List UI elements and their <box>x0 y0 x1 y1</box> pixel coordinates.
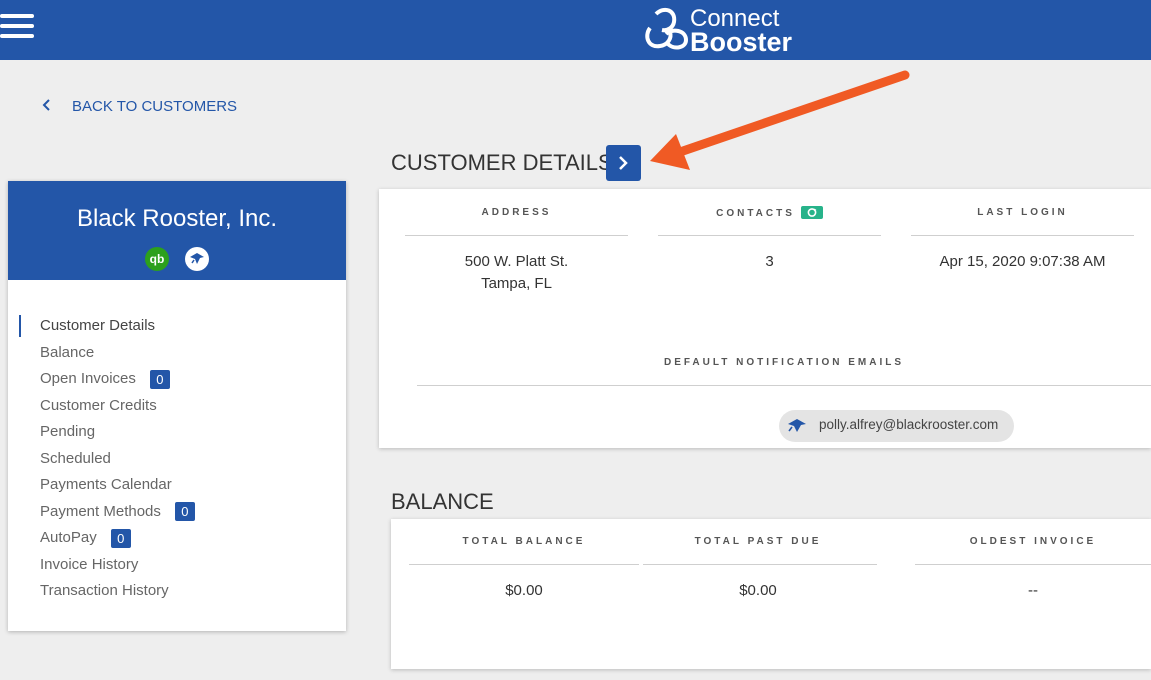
menu-item-label: Payments Calendar <box>40 476 172 493</box>
contacts-count: 3 <box>765 253 774 270</box>
menu-item-label: Invoice History <box>40 555 139 573</box>
chevron-right-icon <box>619 156 628 170</box>
menu-item-label: Customer Credits <box>40 396 157 414</box>
divider <box>417 385 1151 386</box>
menu-item-label: Transaction History <box>40 582 169 599</box>
back-link-label: BACK TO CUSTOMERS <box>72 98 238 115</box>
notification-emails-heading: DEFAULT NOTIFICATION EMAILS <box>663 357 905 368</box>
divider <box>409 564 639 565</box>
address-line-2: Tampa, FL <box>481 275 552 292</box>
address-line-1: 500 W. Platt St. <box>464 253 569 270</box>
total-past-due-heading: TOTAL PAST DUE <box>694 536 822 547</box>
menu-item-label: AutoPay <box>40 529 97 546</box>
menu-item-open-invoices[interactable]: Open Invoices 0 <box>8 366 346 393</box>
divider <box>405 235 628 236</box>
divider <box>911 235 1134 236</box>
divider <box>643 564 877 565</box>
address-heading: ADDRESS <box>481 207 552 218</box>
total-balance-value: $0.00 <box>505 582 543 599</box>
oldest-invoice-value: -- <box>1028 582 1038 599</box>
top-header-bar: Connect Booster <box>0 0 1151 60</box>
menu-item-label: Customer Details <box>40 317 156 334</box>
customer-menu: Customer Details Balance Open Invoices 0 … <box>8 313 346 605</box>
chevron-left-icon <box>42 98 62 115</box>
last-login-value: Apr 15, 2020 9:07:38 AM <box>939 253 1106 270</box>
sync-icon[interactable] <box>800 206 823 219</box>
menu-item-transaction-history[interactable]: Transaction History <box>8 578 346 605</box>
count-badge: 0 <box>149 369 170 389</box>
logo-mark-icon <box>645 7 689 50</box>
menu-item-payment-methods[interactable]: Payment Methods 0 <box>8 499 346 526</box>
hamburger-menu-icon[interactable] <box>0 14 34 40</box>
customer-name: Black Rooster, Inc. <box>76 205 278 232</box>
customer-details-card: ADDRESS 500 W. Platt St. Tampa, FL CONTA… <box>379 189 1151 448</box>
customer-header: Black Rooster, Inc. qb <box>8 181 346 280</box>
connectbooster-icon[interactable] <box>185 247 209 271</box>
oldest-invoice-heading: OLDEST INVOICE <box>969 536 1097 547</box>
menu-item-pending[interactable]: Pending <box>8 419 346 446</box>
last-login-heading: LAST LOGIN <box>977 207 1068 218</box>
menu-item-label: Payment Methods <box>40 502 161 520</box>
menu-item-label: Pending <box>40 423 96 440</box>
menu-item-label: Scheduled <box>40 449 111 467</box>
email-address: polly.alfrey@blackrooster.com <box>819 417 999 432</box>
email-chip[interactable]: polly.alfrey@blackrooster.com <box>779 410 1014 442</box>
contacts-heading-label: CONTACTS <box>716 208 795 220</box>
logo-text-booster: Booster <box>690 27 793 57</box>
menu-item-customer-details[interactable]: Customer Details <box>8 313 346 340</box>
quickbooks-icon[interactable]: qb <box>145 247 169 271</box>
menu-item-payments-calendar[interactable]: Payments Calendar <box>8 472 346 499</box>
customer-sidebar: Black Rooster, Inc. qb Customer Details … <box>8 181 346 631</box>
balance-title: BALANCE <box>391 489 494 514</box>
contacts-heading: CONTACTS <box>658 206 881 220</box>
expand-details-button[interactable] <box>606 145 641 181</box>
total-past-due-value: $0.00 <box>739 582 777 599</box>
menu-item-autopay[interactable]: AutoPay 0 <box>8 525 346 552</box>
menu-item-customer-credits[interactable]: Customer Credits <box>8 393 346 420</box>
menu-item-balance[interactable]: Balance <box>8 340 346 367</box>
customer-details-title: CUSTOMER DETAILS <box>391 150 613 175</box>
divider <box>915 564 1151 565</box>
menu-item-label: Open Invoices <box>40 370 136 387</box>
menu-item-scheduled[interactable]: Scheduled <box>8 446 346 473</box>
balance-card: TOTAL BALANCE $0.00 TOTAL PAST DUE $0.00… <box>391 519 1151 669</box>
menu-item-invoice-history[interactable]: Invoice History <box>8 552 346 579</box>
back-to-customers-link[interactable]: BACK TO CUSTOMERS <box>42 98 237 115</box>
divider <box>658 235 881 236</box>
connectbooster-icon <box>788 419 806 432</box>
count-badge: 0 <box>110 528 131 548</box>
menu-item-label: Balance <box>40 343 95 361</box>
total-balance-heading: TOTAL BALANCE <box>462 536 586 547</box>
count-badge: 0 <box>174 502 195 522</box>
